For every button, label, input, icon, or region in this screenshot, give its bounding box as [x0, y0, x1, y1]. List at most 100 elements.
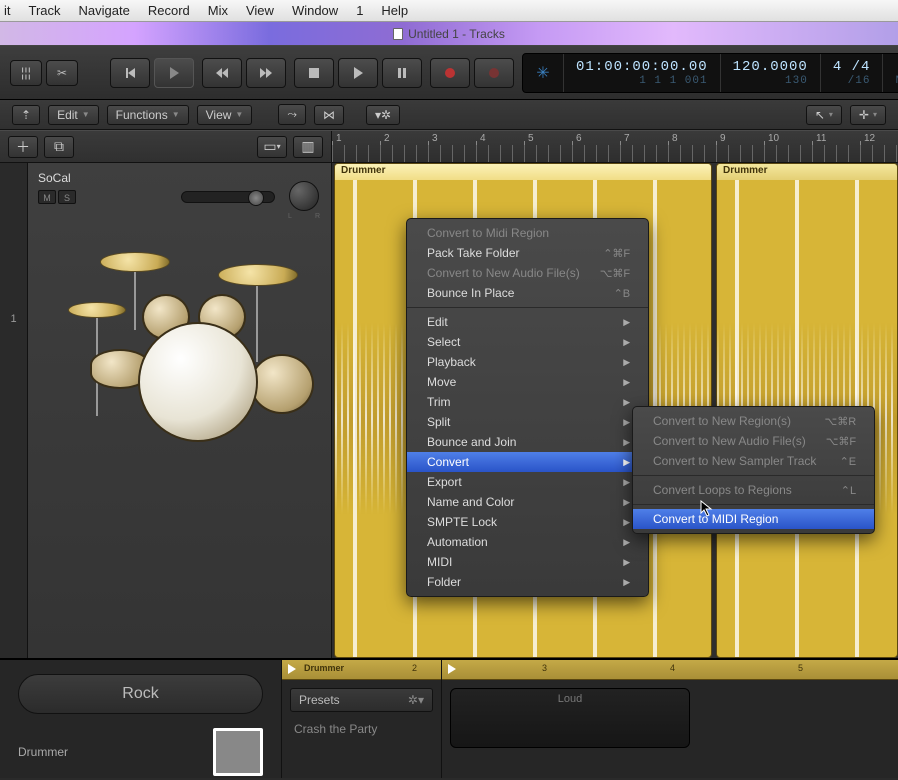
menu-view[interactable]: View	[246, 3, 274, 18]
track-header-toolbar: ＋ ⧉ ▭▾ ▥	[0, 131, 331, 163]
play-from-selection-button[interactable]	[154, 58, 194, 88]
ruler-bar: 8	[672, 133, 678, 144]
ctx-convert-new-audio[interactable]: Convert to New Audio File(s)⌥⌘F	[407, 263, 648, 283]
preset-item[interactable]: Crash the Party	[290, 720, 433, 738]
ctx-bounce-in-place[interactable]: Bounce In Place⌃B	[407, 283, 648, 303]
mac-menu-bar[interactable]: it Track Navigate Record Mix View Window…	[0, 0, 898, 22]
mini-region-name: Drummer	[304, 663, 344, 673]
ctx-edit-submenu[interactable]: Edit▶	[407, 312, 648, 332]
lcd-timecode[interactable]: 01:00:00:00.00	[576, 59, 708, 75]
sub-convert-to-midi-region[interactable]: Convert to MIDI Region	[633, 509, 874, 529]
flex-button[interactable]: ⋈	[314, 105, 344, 125]
lcd-bars-beats[interactable]: 1 1 1 001	[639, 75, 707, 87]
track-number-column: 1	[0, 163, 28, 658]
sub-convert-new-sampler[interactable]: Convert to New Sampler Track⌃E	[633, 451, 874, 471]
lcd-division[interactable]: /16	[848, 75, 871, 87]
pan-label-r: R	[315, 213, 320, 220]
ctx-playback-submenu[interactable]: Playback▶	[407, 352, 648, 372]
stop-button[interactable]	[294, 58, 334, 88]
ctx-export-submenu[interactable]: Export▶	[407, 472, 648, 492]
play-button[interactable]	[338, 58, 378, 88]
ctx-folder-submenu[interactable]: Folder▶	[407, 572, 648, 592]
automation-curve-button[interactable]: ⤳	[278, 104, 306, 125]
forward-button[interactable]	[246, 58, 286, 88]
ctx-automation-submenu[interactable]: Automation▶	[407, 532, 648, 552]
xy-pad[interactable]: Loud	[450, 688, 690, 748]
cycle-record-button[interactable]	[474, 58, 514, 88]
ctx-pack-take-folder[interactable]: Pack Take Folder⌃⌘F	[407, 243, 648, 263]
mini-bar: 3	[542, 663, 547, 673]
inspector-toggle-button[interactable]: ⇡	[12, 105, 40, 125]
toolbar-scissors-button[interactable]: ✂	[46, 60, 78, 86]
mini-ruler[interactable]: Drummer 2	[282, 660, 441, 680]
menu-screenset-1[interactable]: 1	[356, 3, 363, 18]
ruler-bar: 2	[384, 133, 390, 144]
sub-convert-loops-regions[interactable]: Convert Loops to Regions⌃L	[633, 480, 874, 500]
pan-knob[interactable]: L R	[289, 181, 319, 211]
add-track-button[interactable]: ＋	[8, 136, 38, 158]
pause-button[interactable]	[382, 58, 422, 88]
ctx-bounce-join-submenu[interactable]: Bounce and Join▶	[407, 432, 648, 452]
presets-header[interactable]: Presets ✲▾	[290, 688, 433, 712]
document-icon	[393, 28, 403, 40]
lcd-display[interactable]: ✳ 01:00:00:00.00 1 1 1 001 120.0000 130 …	[522, 53, 898, 93]
region-name: Drummer	[335, 164, 711, 180]
go-to-start-button[interactable]	[110, 58, 150, 88]
ctx-name-color-submenu[interactable]: Name and Color▶	[407, 492, 648, 512]
rewind-button[interactable]	[202, 58, 242, 88]
pointer-tool-button[interactable]: ↖▾	[806, 105, 842, 125]
genre-selector[interactable]: Rock	[18, 674, 263, 714]
mute-button[interactable]: M	[38, 190, 56, 204]
record-button[interactable]	[430, 58, 470, 88]
lcd-signature[interactable]: 4 /4	[833, 59, 871, 75]
lcd-settings-icon[interactable]: ✳	[523, 54, 563, 92]
ctx-convert-to-midi-region[interactable]: Convert to Midi Region	[407, 223, 648, 243]
ctx-midi-submenu[interactable]: MIDI▶	[407, 552, 648, 572]
volume-slider[interactable]	[181, 191, 275, 203]
view-menu-button[interactable]: View▼	[197, 105, 253, 125]
menu-mix[interactable]: Mix	[208, 3, 228, 18]
duplicate-track-button[interactable]: ⧉	[44, 136, 74, 158]
edit-menu-button[interactable]: Edit▼	[48, 105, 99, 125]
track-header[interactable]: SoCal M S L R	[28, 163, 331, 658]
sub-convert-new-regions[interactable]: Convert to New Region(s)⌥⌘R	[633, 411, 874, 431]
global-tracks-button[interactable]: ▭▾	[257, 136, 287, 158]
ruler-bar: 11	[816, 133, 826, 144]
region-context-menu[interactable]: Convert to Midi Region Pack Take Folder⌃…	[406, 218, 649, 597]
ctx-convert-submenu[interactable]: Convert▶	[407, 452, 648, 472]
mini-ruler-right[interactable]: 3 4 5	[442, 660, 898, 680]
track-header-config-button[interactable]: ▥	[293, 136, 323, 158]
menu-window[interactable]: Window	[292, 3, 338, 18]
lcd-tempo[interactable]: 120.0000	[733, 59, 808, 75]
drummer-label: Drummer	[18, 745, 199, 759]
lcd-tempo-alt[interactable]: 130	[785, 75, 808, 87]
track-name[interactable]: SoCal	[38, 171, 321, 185]
menu-edit-trunc[interactable]: it	[4, 3, 11, 18]
menu-navigate[interactable]: Navigate	[79, 3, 130, 18]
ruler-bar: 10	[768, 133, 779, 144]
presets-panel: Drummer 2 Presets ✲▾ Crash the Party	[282, 660, 442, 778]
drummer-photo[interactable]	[213, 728, 263, 776]
bar-ruler[interactable]: 1 2 3 4 5 6 7 8 9 10 11 12	[332, 131, 898, 163]
ctx-select-submenu[interactable]: Select▶	[407, 332, 648, 352]
snap-menu-button[interactable]: ✛▾	[850, 105, 886, 125]
functions-menu-button[interactable]: Functions▼	[107, 105, 189, 125]
region-name: Drummer	[717, 164, 897, 180]
track-number: 1	[0, 313, 27, 325]
ctx-split-submenu[interactable]: Split▶	[407, 412, 648, 432]
menu-help[interactable]: Help	[381, 3, 408, 18]
ctx-smpte-submenu[interactable]: SMPTE Lock▶	[407, 512, 648, 532]
library-toggle-button[interactable]: ¦¦¦	[10, 60, 42, 86]
solo-button[interactable]: S	[58, 190, 76, 204]
gear-icon[interactable]: ✲▾	[408, 693, 424, 707]
filter-button[interactable]: ▾✲	[366, 105, 400, 125]
sub-convert-new-audio[interactable]: Convert to New Audio File(s)⌥⌘F	[633, 431, 874, 451]
menu-record[interactable]: Record	[148, 3, 190, 18]
convert-submenu[interactable]: Convert to New Region(s)⌥⌘R Convert to N…	[632, 406, 875, 534]
volume-thumb[interactable]	[248, 190, 264, 206]
ctx-trim-submenu[interactable]: Trim▶	[407, 392, 648, 412]
ruler-bar: 6	[576, 133, 582, 144]
drumkit-icon	[50, 234, 310, 444]
ctx-move-submenu[interactable]: Move▶	[407, 372, 648, 392]
menu-track[interactable]: Track	[29, 3, 61, 18]
